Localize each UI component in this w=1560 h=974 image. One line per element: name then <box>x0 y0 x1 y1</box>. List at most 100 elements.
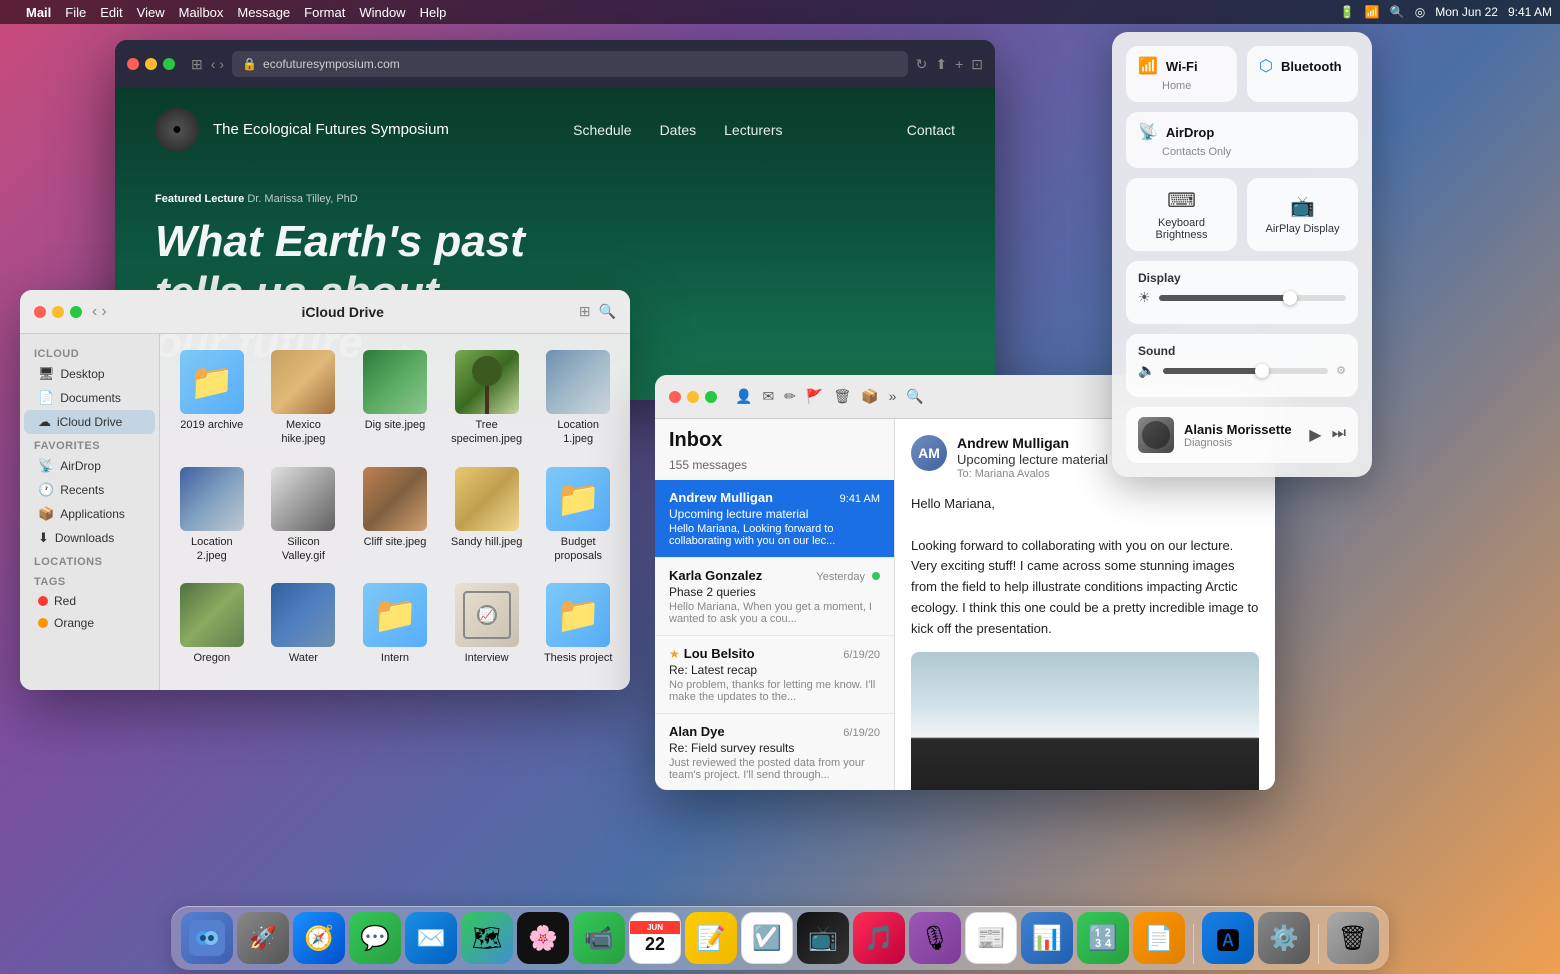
np-play-button[interactable]: ▶ <box>1309 425 1321 445</box>
nav-contact[interactable]: Contact <box>907 122 955 138</box>
dock-safari[interactable]: 🧭 <box>293 912 345 964</box>
browser-back-button[interactable]: ‹ <box>211 56 216 72</box>
finder-item-cliffsite[interactable]: Cliff site.jpeg <box>353 461 437 570</box>
mail-contact-icon[interactable]: 👤 <box>735 388 752 405</box>
finder-item-interview[interactable]: 📈 Interview <box>445 577 529 671</box>
menubar-file[interactable]: File <box>65 5 86 20</box>
sidebar-tag-orange[interactable]: Orange <box>24 612 155 634</box>
finder-item-oregon[interactable]: Oregon <box>170 577 254 671</box>
mail-archive-icon[interactable]: 📦 <box>861 388 878 405</box>
cc-bluetooth-tile[interactable]: ⬡ Bluetooth <box>1247 46 1358 102</box>
cc-keyboard-tile[interactable]: ⌨ Keyboard Brightness <box>1126 178 1237 251</box>
finder-item-thesis[interactable]: 📁 Thesis project <box>536 577 620 671</box>
finder-item-2019archive[interactable]: 📁 2019 archive <box>170 344 254 453</box>
finder-item-sandyhill[interactable]: Sandy hill.jpeg <box>445 461 529 570</box>
browser-sidebar-toggle[interactable]: ⊞ <box>191 56 203 73</box>
sidebar-tag-red[interactable]: Red <box>24 590 155 612</box>
sidebar-item-documents[interactable]: 📄 Documents <box>24 386 155 410</box>
nav-schedule[interactable]: Schedule <box>573 122 631 138</box>
mail-compose-icon[interactable]: ✉ <box>762 388 774 405</box>
finder-close-button[interactable] <box>34 306 46 318</box>
volume-adjust-icon[interactable]: ⚙ <box>1336 364 1346 377</box>
mail-maximize-button[interactable] <box>705 391 717 403</box>
finder-item-water[interactable]: Water <box>262 577 346 671</box>
browser-reload-button[interactable]: ↻ <box>916 56 928 73</box>
finder-item-location2[interactable]: Location 2.jpeg <box>170 461 254 570</box>
finder-item-siliconvalley[interactable]: Silicon Valley.gif <box>262 461 346 570</box>
dock-numbers[interactable]: 🔢 <box>1077 912 1129 964</box>
dock-finder[interactable] <box>181 912 233 964</box>
sidebar-item-icloud-drive[interactable]: ☁ iCloud Drive <box>24 410 155 434</box>
menubar-format[interactable]: Format <box>304 5 345 20</box>
dock-facetime[interactable]: 📹 <box>573 912 625 964</box>
dock-keynote[interactable]: 📊 <box>1021 912 1073 964</box>
mail-item-3[interactable]: Alan Dye 6/19/20 Re: Field survey result… <box>655 714 894 790</box>
dock-notes[interactable]: 📝 <box>685 912 737 964</box>
menubar-search[interactable]: 🔍 <box>1390 5 1405 19</box>
dock-systemprefs[interactable]: ⚙️ <box>1258 912 1310 964</box>
browser-maximize-button[interactable] <box>163 58 175 70</box>
menubar-window[interactable]: Window <box>359 5 405 20</box>
browser-tabs-button[interactable]: ⊡ <box>971 56 983 73</box>
dock-music[interactable]: 🎵 <box>853 912 905 964</box>
mail-search-icon[interactable]: 🔍 <box>906 388 923 405</box>
mail-reply-icon[interactable]: ✏ <box>784 388 796 405</box>
cc-sound-slider[interactable] <box>1163 368 1328 374</box>
dock-maps[interactable]: 🗺 <box>461 912 513 964</box>
finder-item-location1[interactable]: Location 1.jpeg <box>536 344 620 453</box>
browser-share-button[interactable]: ⬆ <box>935 56 947 73</box>
browser-url-bar[interactable]: 🔒 ecofuturesymposium.com <box>232 51 908 77</box>
menubar-mailbox[interactable]: Mailbox <box>179 5 224 20</box>
dock-pages[interactable]: 📄 <box>1133 912 1185 964</box>
menubar-help[interactable]: Help <box>420 5 447 20</box>
mail-close-button[interactable] <box>669 391 681 403</box>
nav-dates[interactable]: Dates <box>660 122 697 138</box>
browser-close-button[interactable] <box>127 58 139 70</box>
finder-item-intern[interactable]: 📁 Intern <box>353 577 437 671</box>
mail-flag-icon[interactable]: 🚩 <box>806 388 823 405</box>
mail-item-1[interactable]: Karla Gonzalez Yesterday Phase 2 queries… <box>655 558 894 636</box>
cc-wifi-tile[interactable]: 📶 Wi-Fi Home <box>1126 46 1237 102</box>
dock-appstore[interactable]: 🅰 <box>1202 912 1254 964</box>
cc-airdrop-tile[interactable]: 📡 AirDrop Contacts Only <box>1126 112 1358 168</box>
mail-item-2[interactable]: ★ Lou Belsito 6/19/20 Re: Latest recap N… <box>655 636 894 714</box>
mail-minimize-button[interactable] <box>687 391 699 403</box>
dock-mail[interactable]: ✉️ <box>405 912 457 964</box>
sidebar-item-airdrop[interactable]: 📡 AirDrop <box>24 454 155 478</box>
menubar-app-name[interactable]: Mail <box>26 5 51 20</box>
mail-item-0[interactable]: Andrew Mulligan 9:41 AM Upcoming lecture… <box>655 480 894 558</box>
nav-lecturers[interactable]: Lecturers <box>724 122 782 138</box>
finder-item-budget[interactable]: 📁 Budget proposals <box>536 461 620 570</box>
browser-add-button[interactable]: + <box>955 56 963 73</box>
browser-minimize-button[interactable] <box>145 58 157 70</box>
dock-trash[interactable]: 🗑 <box>1327 912 1379 964</box>
dock-reminders[interactable]: ☑️ <box>741 912 793 964</box>
finder-maximize-button[interactable] <box>70 306 82 318</box>
cc-sound-knob[interactable] <box>1255 364 1269 378</box>
finder-item-digsite[interactable]: Dig site.jpeg <box>353 344 437 453</box>
dock-photos[interactable]: 🌸 <box>517 912 569 964</box>
np-next-button[interactable]: ⏭ <box>1332 425 1346 445</box>
finder-item-mexicohike[interactable]: Mexico hike.jpeg <box>262 344 346 453</box>
sidebar-item-desktop[interactable]: 🖥 Desktop <box>24 362 155 386</box>
dock-calendar[interactable]: JUN 22 <box>629 912 681 964</box>
dock-tv[interactable]: 📺 <box>797 912 849 964</box>
dock-news[interactable]: 📰 <box>965 912 1017 964</box>
cc-display-slider[interactable] <box>1159 295 1346 301</box>
finder-search-button[interactable]: 🔍 <box>599 303 616 320</box>
mail-delete-icon[interactable]: 🗑 <box>833 388 851 405</box>
menubar-siri[interactable]: ◎ <box>1415 5 1425 19</box>
cc-airplay-tile[interactable]: 📺 AirPlay Display <box>1247 178 1358 251</box>
menubar-edit[interactable]: Edit <box>100 5 122 20</box>
menubar-wifi[interactable]: 📶 <box>1365 5 1380 19</box>
finder-minimize-button[interactable] <box>52 306 64 318</box>
finder-back-button[interactable]: ‹ <box>92 303 97 321</box>
dock-messages[interactable]: 💬 <box>349 912 401 964</box>
finder-forward-button[interactable]: › <box>101 303 106 321</box>
finder-view-options[interactable]: ⊞ <box>579 303 591 320</box>
finder-item-tree[interactable]: Tree specimen.jpeg <box>445 344 529 453</box>
dock-launchpad[interactable]: 🚀 <box>237 912 289 964</box>
menubar-view[interactable]: View <box>137 5 165 20</box>
sidebar-item-recents[interactable]: 🕐 Recents <box>24 478 155 502</box>
browser-forward-button[interactable]: › <box>219 56 224 72</box>
